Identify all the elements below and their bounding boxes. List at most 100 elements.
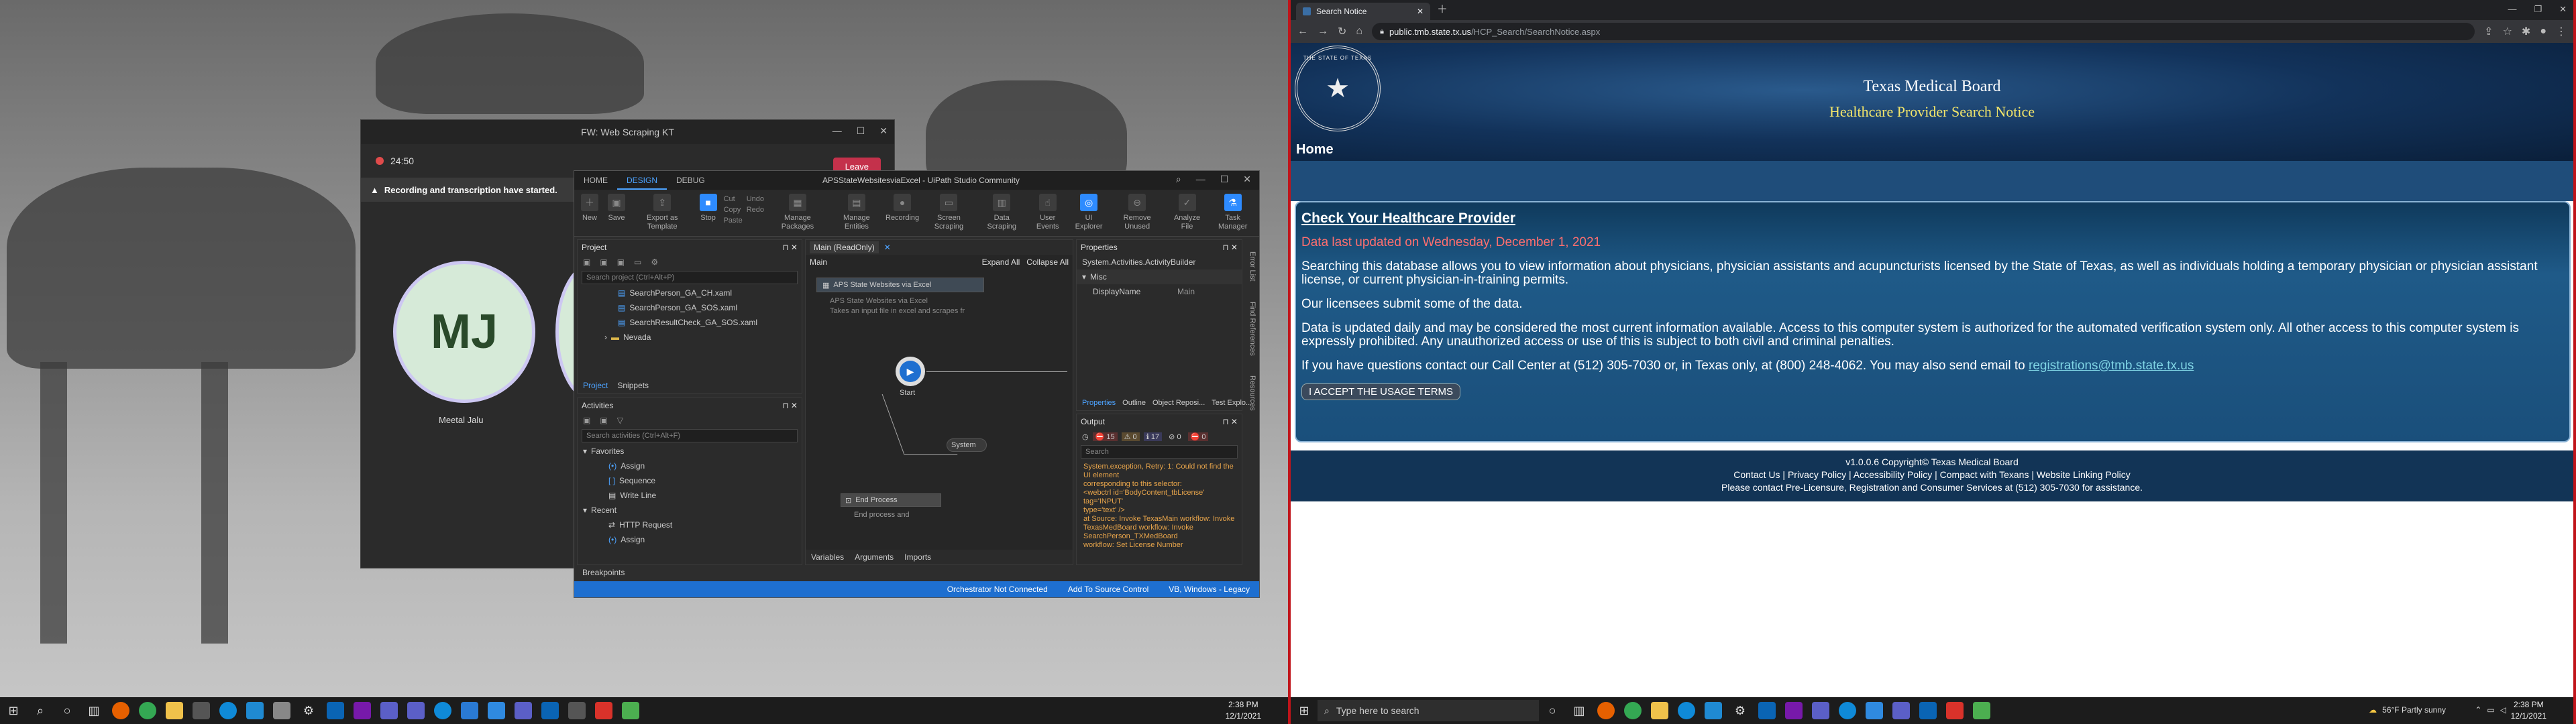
home-icon[interactable]: ⌂ xyxy=(1356,25,1362,38)
filter-icon[interactable]: ▣ xyxy=(617,257,625,267)
outlook-icon[interactable] xyxy=(1754,697,1780,724)
data-scraping-button[interactable]: ▥ Data Scraping xyxy=(979,194,1024,231)
screen-scraping-button[interactable]: ▭ Screen Scraping xyxy=(922,194,975,231)
tab-debug[interactable]: DEBUG xyxy=(667,171,714,190)
task-view-icon[interactable]: ▥ xyxy=(80,697,107,724)
contact-us-link[interactable]: Contact Us xyxy=(1733,469,1780,480)
ui-explorer-button[interactable]: ◎ UI Explorer xyxy=(1071,194,1107,231)
activity-item[interactable]: ⇄ HTTP Request xyxy=(578,518,802,532)
clock-icon[interactable]: ◷ xyxy=(1082,432,1089,441)
recent-group[interactable]: ▾ Recent xyxy=(578,503,802,518)
uipath-icon[interactable] xyxy=(483,697,510,724)
tab-snippets[interactable]: Snippets xyxy=(617,381,649,390)
app-icon[interactable] xyxy=(268,697,295,724)
task-manager-button[interactable]: ⚗ Task Manager xyxy=(1210,194,1255,231)
maximize-icon[interactable]: ☐ xyxy=(857,125,865,137)
close-icon[interactable]: ✕ xyxy=(1243,174,1251,185)
project-folder[interactable]: › ▬ Nevada xyxy=(578,330,802,345)
tab-resources[interactable]: Resources xyxy=(1244,375,1256,411)
accessibility-policy-link[interactable]: Accessibility Policy xyxy=(1854,469,1932,480)
tab-outline[interactable]: Outline xyxy=(1122,399,1146,407)
close-icon[interactable]: ✕ xyxy=(1417,7,1424,16)
chevron-up-icon[interactable]: ⌃ xyxy=(2475,705,2481,715)
save-button[interactable]: ▣ Save xyxy=(605,194,628,223)
source-control-button[interactable]: Add To Source Control xyxy=(1068,585,1149,594)
email-link[interactable]: registrations@tmb.state.tx.us xyxy=(2029,359,2194,373)
store-icon[interactable] xyxy=(188,697,215,724)
tab-find-references[interactable]: Find References xyxy=(1244,302,1256,356)
output-search-input[interactable]: Search xyxy=(1081,445,1238,459)
acrobat-icon[interactable] xyxy=(590,697,617,724)
vscode-icon[interactable] xyxy=(241,697,268,724)
tab-variables[interactable]: Variables xyxy=(811,552,844,562)
restore-icon[interactable]: ❐ xyxy=(2534,4,2542,15)
designer-breadcrumb[interactable]: Main xyxy=(810,257,827,267)
activity-item[interactable]: ▤ Write Line xyxy=(578,488,802,503)
notice-heading[interactable]: Check Your Healthcare Provider xyxy=(1301,211,2564,225)
expand-icon[interactable]: ▣ xyxy=(583,416,590,425)
redo-button[interactable]: Redo xyxy=(747,204,764,215)
pin-icon[interactable]: ⊓ ✕ xyxy=(1222,243,1238,252)
tab-project[interactable]: Project xyxy=(583,381,608,390)
tab-design[interactable]: DESIGN xyxy=(617,171,667,190)
collapse-all-link[interactable]: Collapse All xyxy=(1026,257,1069,267)
orchestrator-status[interactable]: Orchestrator Not Connected xyxy=(947,585,1048,594)
search-icon[interactable]: ⌕ xyxy=(1176,174,1181,185)
expand-all-link[interactable]: Expand All xyxy=(982,257,1020,267)
compact-link[interactable]: Compact with Texans xyxy=(1940,469,2029,480)
remove-unused-button[interactable]: ⊖ Remove Unused xyxy=(1111,194,1164,231)
taskbar-search-box[interactable]: ⌕ Type here to search xyxy=(1318,700,1539,721)
settings-icon[interactable]: ⚙ xyxy=(1727,697,1754,724)
file-explorer-icon[interactable] xyxy=(161,697,188,724)
home-link[interactable]: Home xyxy=(1296,142,1334,158)
chrome-tab[interactable]: Search Notice ✕ xyxy=(1296,3,1430,20)
linking-policy-link[interactable]: Website Linking Policy xyxy=(2037,469,2131,480)
activity-item[interactable]: (•) Assign xyxy=(578,459,802,473)
project-search-input[interactable]: Search project (Ctrl+Alt+P) xyxy=(582,271,798,284)
app-icon[interactable] xyxy=(617,697,644,724)
flowchart-header[interactable]: ▦ APS State Websites via Excel xyxy=(816,278,984,292)
share-icon[interactable]: ⇪ xyxy=(2484,25,2493,38)
cortana-icon[interactable]: ○ xyxy=(54,697,80,724)
uipath-icon[interactable] xyxy=(1861,697,1888,724)
app-icon[interactable] xyxy=(564,697,590,724)
acrobat-icon[interactable] xyxy=(1941,697,1968,724)
outlook-icon[interactable] xyxy=(1915,697,1941,724)
error-filter[interactable]: ⛔ 15 xyxy=(1092,432,1118,441)
edge-icon[interactable] xyxy=(1834,697,1861,724)
collapse-icon[interactable]: ▣ xyxy=(583,257,590,267)
teams-icon[interactable] xyxy=(510,697,537,724)
volume-icon[interactable]: ◁ xyxy=(2500,705,2506,715)
breakpoints-tab[interactable]: Breakpoints xyxy=(577,565,625,580)
task-view-icon[interactable]: ▥ xyxy=(1566,697,1593,724)
user-events-button[interactable]: ☝ User Events xyxy=(1028,194,1067,231)
minimize-icon[interactable]: — xyxy=(833,125,842,137)
close-icon[interactable]: ✕ xyxy=(879,125,888,137)
favorites-group[interactable]: ▾ Favorites xyxy=(578,444,802,459)
teams-icon[interactable] xyxy=(376,697,402,724)
privacy-policy-link[interactable]: Privacy Policy xyxy=(1788,469,1846,480)
project-file[interactable]: ▤ SearchResultCheck_GA_SOS.xaml xyxy=(578,315,802,330)
app-icon[interactable] xyxy=(402,697,429,724)
settings-icon[interactable]: ⚙ xyxy=(295,697,322,724)
gear-icon[interactable]: ⚙ xyxy=(651,257,658,267)
participant-avatar[interactable]: MJ xyxy=(393,261,535,403)
firefox-icon[interactable] xyxy=(107,697,134,724)
info-filter[interactable]: ℹ 17 xyxy=(1143,432,1163,441)
undo-button[interactable]: Undo xyxy=(747,194,764,204)
minimize-icon[interactable]: — xyxy=(1196,174,1205,185)
teams-title-bar[interactable]: FW: Web Scraping KT — ☐ ✕ xyxy=(361,120,894,144)
back-icon[interactable]: ← xyxy=(1297,25,1308,38)
analyze-file-button[interactable]: ✓ Analyze File xyxy=(1168,194,1207,231)
cortana-icon[interactable]: ○ xyxy=(1539,697,1566,724)
address-bar[interactable]: 🔒︎ public.tmb.state.tx.us/HCP_Search/Sea… xyxy=(1372,23,2475,40)
language-status[interactable]: VB, Windows - Legacy xyxy=(1169,585,1250,594)
folder-icon[interactable]: ▭ xyxy=(634,257,641,267)
app-icon[interactable] xyxy=(456,697,483,724)
pin-icon[interactable]: ⊓ ✕ xyxy=(1222,417,1238,426)
onenote-icon[interactable] xyxy=(349,697,376,724)
accept-terms-button[interactable]: I ACCEPT THE USAGE TERMS xyxy=(1301,383,1461,400)
onenote-icon[interactable] xyxy=(1780,697,1807,724)
menu-icon[interactable]: ⋮ xyxy=(2556,25,2567,38)
app-icon[interactable] xyxy=(1968,697,1995,724)
